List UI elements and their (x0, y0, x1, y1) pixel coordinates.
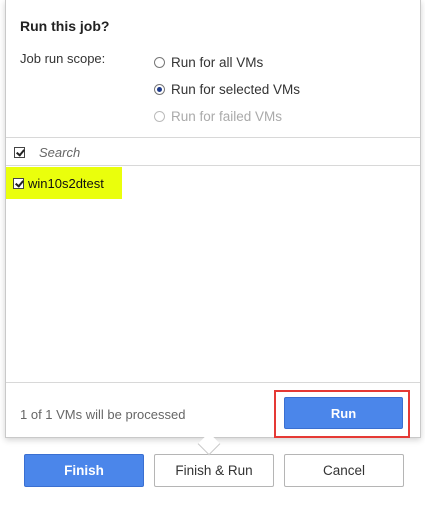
radio-run-selected-vms[interactable]: Run for selected VMs (154, 82, 300, 97)
radio-icon[interactable] (154, 57, 165, 68)
divider (6, 137, 420, 138)
vm-checkbox[interactable] (13, 177, 24, 189)
radio-checked-icon[interactable] (154, 84, 165, 95)
divider (6, 382, 420, 383)
search-row[interactable]: Search (14, 145, 80, 160)
run-job-popup: Run this job? Job run scope: Run for all… (5, 0, 421, 438)
vm-list-item[interactable]: win10s2dtest (6, 167, 122, 199)
search-input[interactable]: Search (39, 145, 80, 160)
radio-run-all-vms[interactable]: Run for all VMs (154, 55, 263, 70)
radio-disabled-icon (154, 111, 165, 122)
radio-label: Run for selected VMs (171, 82, 301, 97)
finish-button[interactable]: Finish (24, 454, 144, 487)
vm-name: win10s2dtest (28, 175, 104, 191)
radio-run-failed-vms: Run for failed VMs (154, 109, 282, 124)
radio-label: Run for all VMs (171, 55, 264, 70)
finish-and-run-button[interactable]: Finish & Run (154, 454, 274, 487)
cancel-button[interactable]: Cancel (284, 454, 404, 487)
select-all-checkbox[interactable] (14, 147, 25, 158)
divider (6, 165, 420, 166)
dialog-title: Run this job? (20, 18, 110, 34)
radio-label: Run for failed VMs (171, 109, 283, 124)
processed-count-text: 1 of 1 VMs will be processed (20, 407, 186, 422)
job-run-scope-label: Job run scope: (20, 51, 106, 66)
run-button[interactable]: Run (284, 397, 403, 429)
